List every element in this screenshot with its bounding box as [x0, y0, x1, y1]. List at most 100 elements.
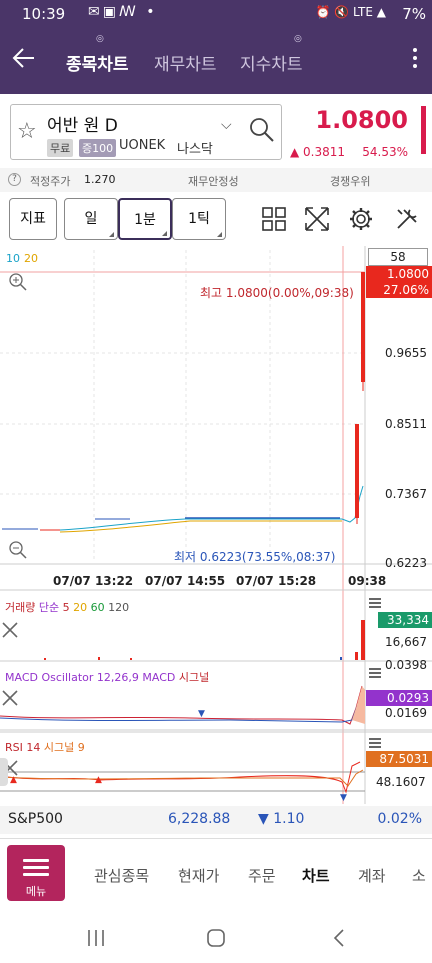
index-name: S&P500 [8, 811, 63, 827]
chevron-down-icon[interactable]: ⌵ [221, 117, 232, 133]
battery-level: 7% [402, 5, 426, 23]
rsi-signal-label: 시그널 9 [43, 741, 85, 754]
rsi-label: RSI 14 시그널 9 [5, 739, 85, 755]
svg-text:▼: ▼ [198, 709, 205, 719]
status-time: 10:39 [22, 5, 66, 23]
macd-label: MACD Oscillator 12,26,9 MACD 시그널 [5, 669, 209, 685]
recent-apps-icon[interactable] [86, 928, 106, 948]
tab-index-chart[interactable]: 지수차트 [240, 50, 303, 75]
index-pct: 0.02% [377, 811, 422, 827]
ma10-legend: 10 [6, 252, 20, 265]
side-drawer-handle[interactable] [0, 758, 8, 786]
period-tick-label: 1틱 [188, 211, 210, 227]
favorite-star-icon[interactable]: ☆ [17, 119, 37, 144]
info-strip: ? 적정주가 1.270 재무안정성 경쟁우위 [0, 168, 432, 192]
signal-icons: ⏰ 🔇 LTE ▲ [315, 5, 387, 19]
svg-text:▲: ▲ [95, 775, 102, 785]
volume-label-text: 거래량 [5, 601, 36, 614]
rsi-menu-icon[interactable] [369, 736, 381, 748]
nav-order[interactable]: 주문 [248, 865, 276, 886]
nav-chart[interactable]: 차트 [302, 865, 330, 886]
menu-label: 메뉴 [25, 885, 47, 898]
candle [355, 424, 359, 518]
app-header: ◎ 종목차트 재무차트 ◎ 지수차트 [0, 30, 432, 94]
price-indicator-bar [421, 106, 426, 154]
macd-line-label: MACD [142, 671, 176, 684]
candle [361, 272, 365, 382]
menu-button[interactable]: 메뉴 [7, 845, 65, 901]
close-macd-icon[interactable] [0, 688, 20, 708]
competition-label[interactable]: 경쟁우위 [330, 173, 370, 189]
volume-type: 단순 [38, 601, 60, 614]
status-bar: 10:39 ✉▣ꟿ • ⏰ 🔇 LTE ▲ 7% [0, 0, 432, 30]
tab-stock-chart[interactable]: 종목차트 [66, 50, 129, 75]
chart-area[interactable]: ▼ ▲ ▲ ▼ 10 20 최고 1.0800(0.00%,09:38) 최저 … [0, 246, 432, 804]
tab-new-dot-icon: ◎ [96, 34, 104, 44]
tab-financial-chart[interactable]: 재무차트 [154, 50, 217, 75]
high-price-label: 최고 1.0800(0.00%,09:38) [200, 286, 354, 300]
volume-period: 20 [73, 601, 88, 614]
search-icon[interactable] [249, 117, 275, 143]
nav-more[interactable]: 소 [412, 865, 426, 886]
ma20-legend: 20 [24, 252, 38, 265]
indicator-button[interactable]: 지표 [9, 198, 57, 240]
rsi-tick: 48.1607 [376, 775, 426, 789]
period-day-button[interactable]: 일 [64, 198, 118, 240]
volume-label: 거래량 단순 5 20 60 120 [5, 599, 129, 615]
fullscreen-icon[interactable] [304, 206, 330, 232]
x-tick: 07/07 14:55 [145, 574, 226, 588]
x-tick: 09:38 [348, 574, 387, 588]
margin-badge: 증100 [79, 139, 117, 157]
nav-watchlist[interactable]: 관심종목 [94, 865, 149, 886]
stock-selector[interactable]: ☆ 어반 원 D ⌵ 무료 증100 UONEK 나스닥 [10, 104, 282, 160]
index-ticker[interactable]: S&P500 6,228.88 ▼ 1.10 0.02% [0, 806, 432, 834]
low-price-label: 최저 0.6223(73.55%,08:37) [174, 550, 336, 564]
y-tick: 0.6223 [385, 556, 427, 570]
bar-count-box[interactable]: 58 [368, 248, 428, 266]
macd-lines: ▼ [0, 685, 366, 725]
price-change: ▲ 0.3811 [290, 145, 346, 159]
layout-grid-icon[interactable] [261, 206, 287, 232]
volume-bars [44, 620, 365, 660]
macd-osc-label: MACD Oscillator 12,26,9 [5, 671, 139, 684]
more-menu-icon[interactable] [412, 44, 418, 74]
chart-toolbar: 지표 일 1분 1틱 [0, 194, 432, 246]
stock-name: 어반 원 D [47, 116, 118, 136]
back-arrow-icon[interactable] [10, 44, 38, 72]
volume-menu-icon[interactable] [369, 596, 381, 608]
x-tick: 07/07 15:28 [236, 574, 317, 588]
close-volume-icon[interactable] [0, 620, 20, 640]
zoom-in-icon[interactable] [8, 272, 28, 292]
chart-canvas: ▼ ▲ ▲ ▼ [0, 246, 432, 804]
volume-period: 5 [62, 601, 70, 614]
volume-period: 120 [108, 601, 130, 614]
hamburger-icon [23, 855, 49, 880]
back-icon[interactable] [330, 928, 350, 948]
y-tick: 0.9655 [385, 346, 427, 360]
help-icon[interactable]: ? [8, 173, 21, 186]
settings-gear-icon[interactable] [348, 206, 374, 232]
period-day-label: 일 [84, 211, 98, 227]
candles [355, 272, 365, 524]
y-tick: 0.8511 [385, 417, 427, 431]
period-minute-button[interactable]: 1분 [118, 198, 172, 240]
nav-current-price[interactable]: 현재가 [178, 865, 219, 886]
fair-price-label: 적정주가 [30, 175, 71, 188]
x-tick: 07/07 13:22 [53, 574, 134, 588]
index-value: 6,228.88 [168, 811, 231, 827]
macd-menu-icon[interactable] [369, 666, 381, 678]
price-change-pct: 54.53% [362, 145, 408, 159]
zoom-out-icon[interactable] [8, 540, 28, 560]
period-tick-button[interactable]: 1틱 [172, 198, 226, 240]
current-pct-tag: 27.06% [366, 282, 432, 298]
y-tick: 0.7367 [385, 487, 427, 501]
tools-icon[interactable] [394, 206, 420, 232]
nav-account[interactable]: 계좌 [358, 865, 386, 886]
stability-label[interactable]: 재무안정성 [188, 173, 239, 189]
stock-code: UONEK [119, 138, 166, 153]
current-price: 1.0800 [315, 106, 408, 134]
home-icon[interactable] [206, 928, 226, 948]
exchange-label: 나스닥 [177, 142, 213, 157]
notification-icons: ✉▣ꟿ • [88, 4, 158, 20]
system-nav-bar [0, 912, 432, 963]
